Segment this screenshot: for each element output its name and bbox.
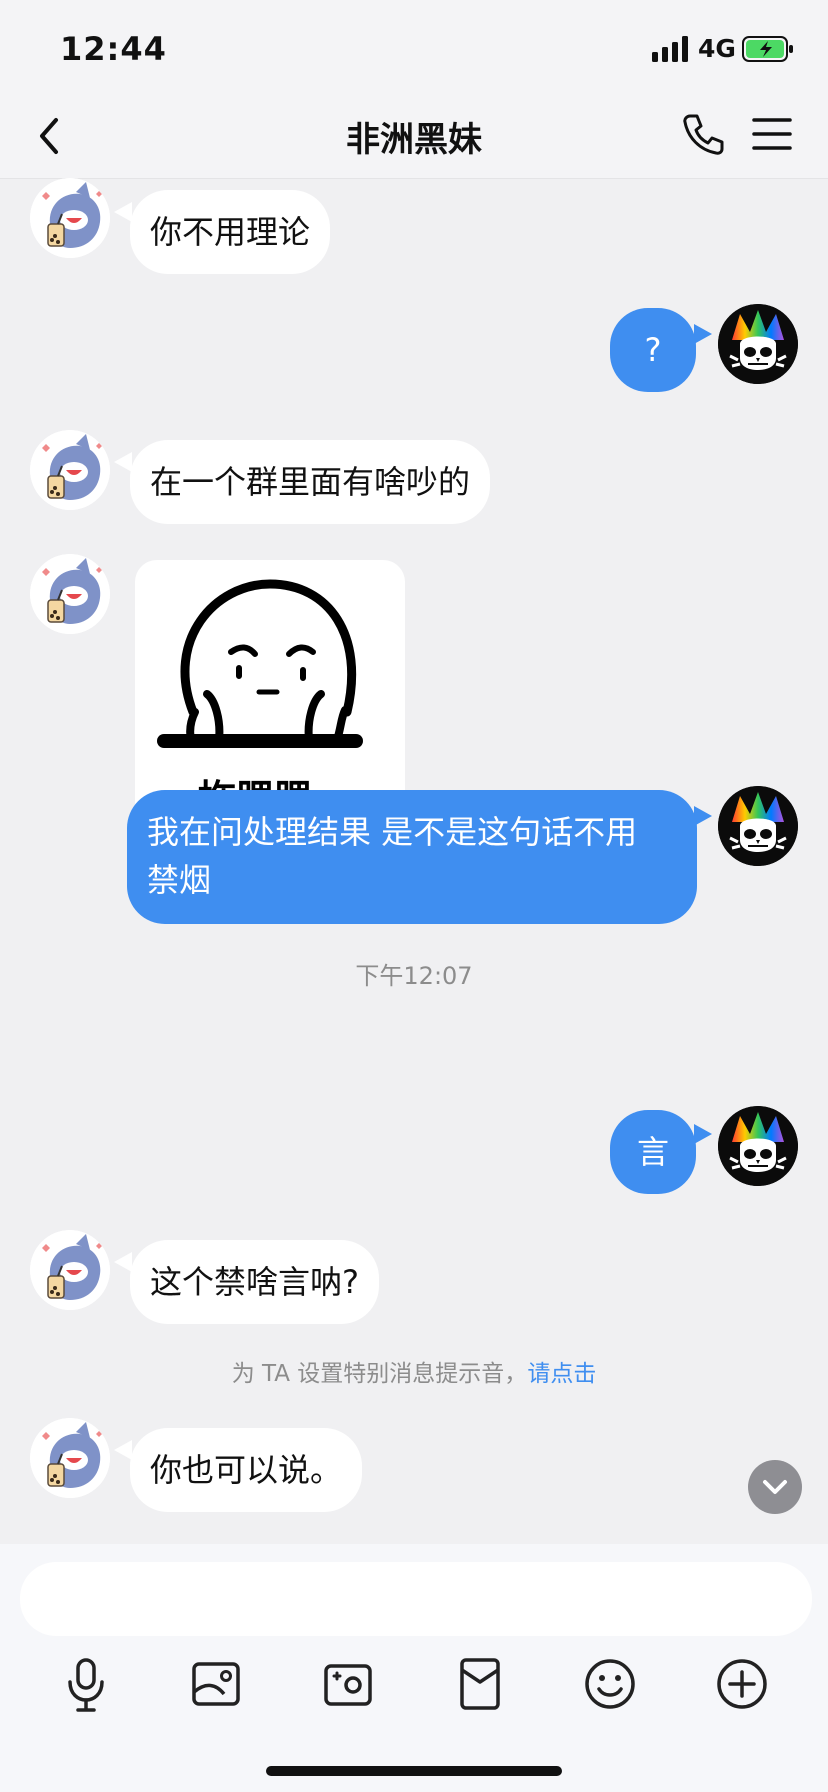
phone-icon[interactable] — [682, 112, 724, 156]
contact-avatar[interactable] — [30, 1418, 110, 1498]
nav-bar: 非洲黑妹 — [0, 100, 828, 179]
message-timestamp: 下午12:07 — [355, 962, 473, 990]
status-time: 12:44 — [60, 30, 167, 68]
microphone-icon[interactable] — [54, 1652, 118, 1716]
bubble-tail — [694, 1124, 712, 1144]
notice-text: 为 TA 设置特别消息提示音， — [231, 1361, 528, 1387]
my-avatar[interactable] — [718, 786, 798, 866]
home-indicator[interactable] — [266, 1766, 562, 1776]
message-bubble-outgoing[interactable]: 言 — [610, 1110, 696, 1194]
menu-icon[interactable] — [752, 114, 792, 154]
bubble-tail — [114, 202, 132, 222]
input-area — [0, 1544, 828, 1792]
bubble-tail — [114, 452, 132, 472]
chevron-down-icon — [763, 1480, 787, 1494]
my-avatar[interactable] — [718, 304, 798, 384]
message-bubble-outgoing[interactable]: ? — [610, 308, 696, 392]
battery-icon — [742, 36, 793, 62]
red-packet-icon[interactable] — [448, 1652, 512, 1716]
message-bubble-outgoing[interactable]: 我在问处理结果 是不是这句话不用 禁烟 — [127, 790, 697, 924]
contact-avatar[interactable] — [30, 554, 110, 634]
message-bubble-incoming[interactable]: 你也可以说。 — [130, 1428, 363, 1512]
message-bubble-incoming[interactable]: 在一个群里面有啥吵的 — [130, 440, 491, 524]
message-bubble-incoming[interactable]: 你不用理论 — [130, 190, 331, 274]
contact-avatar[interactable] — [30, 430, 110, 510]
chat-area[interactable]: 你不用理论 ? 在一个群里面有啥吵的 拖腮腮 我在问处理结果 是不是这句话不用 … — [0, 178, 828, 1544]
contact-avatar[interactable] — [30, 178, 110, 258]
bubble-tail — [114, 1440, 132, 1460]
contact-avatar[interactable] — [30, 1230, 110, 1310]
signal-icon — [652, 36, 688, 62]
image-icon[interactable] — [184, 1652, 248, 1716]
bubble-tail — [694, 324, 712, 344]
special-sound-notice: 为 TA 设置特别消息提示音，请点击 — [0, 1354, 828, 1388]
plus-icon[interactable] — [710, 1652, 774, 1716]
camera-icon[interactable] — [316, 1652, 380, 1716]
message-bubble-incoming[interactable]: 这个禁啥言呐? — [130, 1240, 379, 1324]
emoji-icon[interactable] — [578, 1652, 642, 1716]
bubble-tail — [114, 1252, 132, 1272]
message-input[interactable] — [20, 1562, 812, 1636]
network-type: 4G — [698, 34, 736, 63]
scroll-to-bottom-button[interactable] — [748, 1460, 802, 1514]
status-bar: 12:44 4G — [0, 0, 828, 100]
my-avatar[interactable] — [718, 1106, 798, 1186]
notice-link[interactable]: 请点击 — [527, 1361, 596, 1387]
